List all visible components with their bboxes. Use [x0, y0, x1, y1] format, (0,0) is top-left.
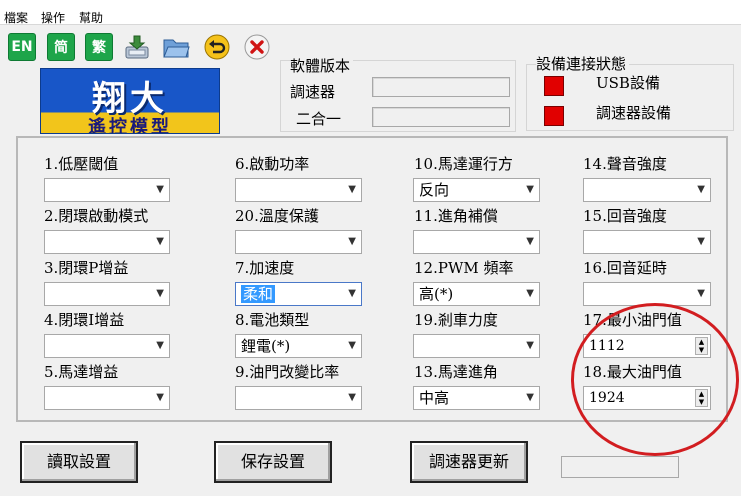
chevron-down-icon: ▼: [697, 184, 705, 195]
folder-open-icon[interactable]: [162, 33, 190, 61]
chevron-down-icon: ▼: [348, 288, 356, 299]
param-label: 6.啟動功率: [235, 155, 310, 173]
chevron-down-icon: ▼: [526, 184, 534, 195]
chevron-down-icon: ▼: [348, 236, 356, 247]
chevron-down-icon: ▼: [348, 340, 356, 351]
menu-bar: 檔案 操作 幫助: [0, 0, 741, 25]
usb-device-label: USB設備: [596, 74, 660, 92]
read-settings-button[interactable]: 讀取設置: [20, 441, 138, 483]
combo-version-field: [372, 107, 510, 127]
undo-icon[interactable]: [203, 33, 231, 61]
progress-field: [561, 456, 679, 478]
param-label: 10.馬達運行方: [414, 155, 513, 173]
param-select[interactable]: ▼: [413, 230, 540, 254]
close-icon[interactable]: [243, 33, 271, 61]
esc-status-indicator: [544, 106, 564, 126]
param-label: 12.PWM 頻率: [414, 259, 514, 277]
chevron-down-icon: ▼: [156, 288, 164, 299]
param-select[interactable]: ▼: [44, 178, 170, 202]
param-label: 8.電池類型: [235, 311, 310, 329]
chevron-down-icon: ▼: [156, 392, 164, 403]
param-select[interactable]: ▼: [235, 230, 362, 254]
chevron-down-icon: ▼: [156, 184, 164, 195]
param-select[interactable]: 柔和 ▼: [235, 282, 362, 306]
chevron-down-icon: ▼: [526, 340, 534, 351]
annotation-circle: [571, 303, 739, 456]
param-label: 1.低壓閾值: [44, 155, 119, 173]
param-select[interactable]: ▼: [44, 282, 170, 306]
param-label: 20.溫度保護: [235, 207, 319, 225]
param-select[interactable]: ▼: [583, 230, 711, 254]
menu-file[interactable]: 檔案: [4, 9, 28, 26]
esc-version-label: 調速器: [290, 83, 336, 101]
combo-version-label: 二合一: [296, 110, 342, 128]
param-label: 13.馬達進角: [414, 363, 498, 381]
usb-status-indicator: [544, 76, 564, 96]
param-select[interactable]: ▼: [583, 178, 711, 202]
param-label: 9.油門改變比率: [235, 363, 340, 381]
param-label: 5.馬達增益: [44, 363, 119, 381]
param-select[interactable]: 高(*) ▼: [413, 282, 540, 306]
chevron-down-icon: ▼: [697, 288, 705, 299]
param-label: 14.聲音強度: [583, 155, 667, 173]
esc-device-label: 調速器設備: [596, 104, 672, 122]
chevron-down-icon: ▼: [526, 236, 534, 247]
menu-operations[interactable]: 操作: [41, 9, 65, 26]
esc-version-field: [372, 77, 510, 97]
param-label: 3.閉環P增益: [44, 259, 129, 277]
traditional-chinese-button[interactable]: 繁: [85, 33, 113, 61]
param-label: 11.進角補償: [414, 207, 498, 225]
param-select[interactable]: ▼: [235, 178, 362, 202]
chevron-down-icon: ▼: [697, 236, 705, 247]
chevron-down-icon: ▼: [526, 392, 534, 403]
param-select[interactable]: 鋰電(*) ▼: [235, 334, 362, 358]
chevron-down-icon: ▼: [156, 236, 164, 247]
chevron-down-icon: ▼: [348, 184, 356, 195]
chevron-down-icon: ▼: [156, 340, 164, 351]
param-select[interactable]: 反向 ▼: [413, 178, 540, 202]
param-select[interactable]: ▼: [235, 386, 362, 410]
simplified-chinese-button[interactable]: 简: [47, 33, 75, 61]
param-select[interactable]: 中高 ▼: [413, 386, 540, 410]
param-label: 15.回音強度: [583, 207, 667, 225]
param-select[interactable]: ▼: [44, 386, 170, 410]
chevron-down-icon: ▼: [526, 288, 534, 299]
param-label: 16.回音延時: [583, 259, 667, 277]
param-select[interactable]: ▼: [44, 334, 170, 358]
brand-logo: 翔大 遙控模型: [40, 68, 220, 134]
param-label: 4.閉環I增益: [44, 311, 125, 329]
english-button[interactable]: EN: [8, 33, 36, 61]
save-settings-button[interactable]: 保存設置: [214, 441, 332, 483]
software-version-title: 軟體版本: [290, 55, 354, 76]
param-select[interactable]: ▼: [44, 230, 170, 254]
device-status-title: 設備連接狀態: [536, 53, 630, 74]
menu-help[interactable]: 幫助: [79, 9, 103, 26]
param-label: 19.剎車力度: [414, 311, 498, 329]
download-icon[interactable]: [123, 33, 151, 61]
param-label: 2.閉環啟動模式: [44, 207, 149, 225]
param-label: 7.加速度: [235, 259, 295, 277]
param-select[interactable]: ▼: [413, 334, 540, 358]
chevron-down-icon: ▼: [348, 392, 356, 403]
esc-update-button[interactable]: 調速器更新: [410, 441, 528, 483]
